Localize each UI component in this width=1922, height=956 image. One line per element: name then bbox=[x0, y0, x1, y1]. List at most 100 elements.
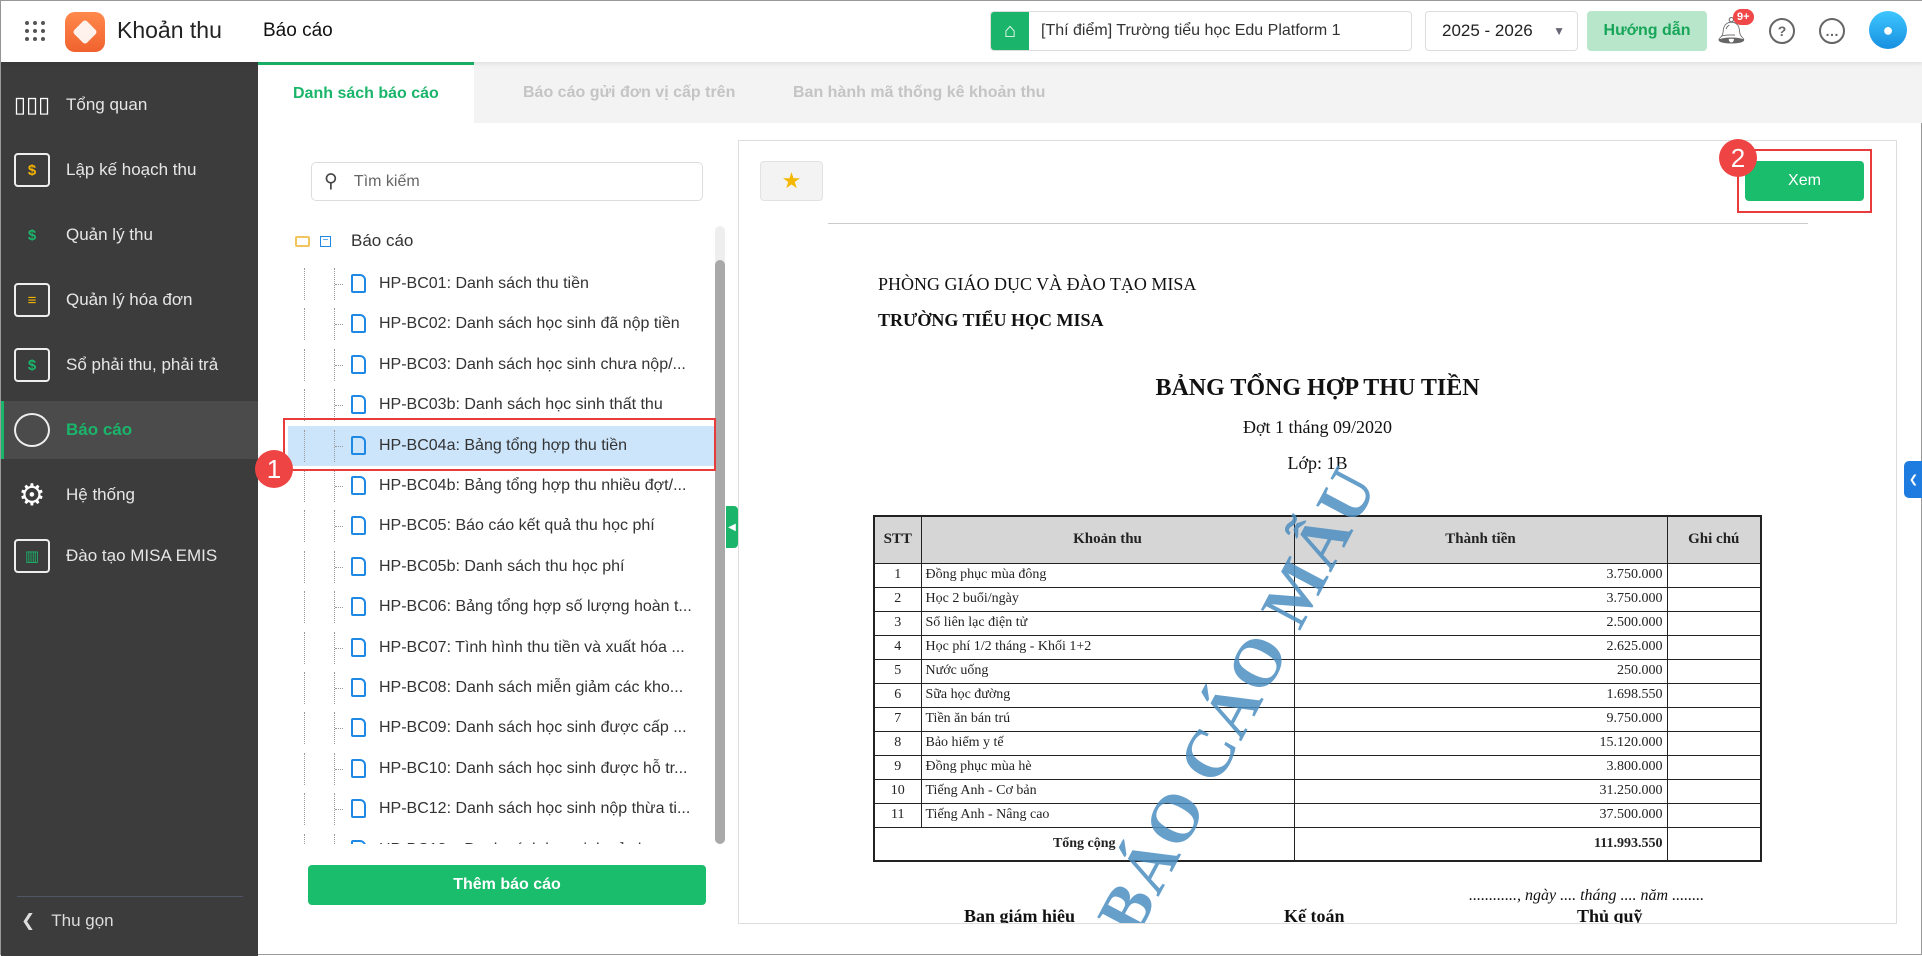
report-list-item[interactable]: HP-BC12: Danh sách học sinh nộp thừa ti.… bbox=[288, 789, 716, 829]
table-cell: 10 bbox=[873, 778, 922, 804]
collapse-sidebar-button[interactable]: ❮ Thu gọn bbox=[21, 911, 114, 931]
report-name: HP-BC13a: Danh sách học sinh sử dụng ... bbox=[379, 841, 686, 844]
report-period: Đợt 1 tháng 09/2020 bbox=[1242, 417, 1392, 437]
panel-toggle-handle[interactable]: ◀ bbox=[726, 506, 738, 548]
report-list-item[interactable]: HP-BC02: Danh sách học sinh đã nộp tiền bbox=[288, 304, 716, 344]
tab-bar: Danh sách báo cáo Báo cáo gửi đơn vị cấp… bbox=[258, 62, 1922, 123]
document-icon bbox=[351, 799, 366, 819]
page-title: Báo cáo bbox=[263, 20, 333, 41]
table-cell bbox=[1666, 586, 1762, 612]
report-name: HP-BC07: Tình hình thu tiền và xuất hóa … bbox=[379, 638, 685, 656]
avatar[interactable]: ● bbox=[1869, 11, 1907, 49]
app-grid-icon[interactable] bbox=[25, 21, 45, 41]
report-list-item[interactable]: HP-BC08: Danh sách miễn giảm các kho... bbox=[288, 668, 716, 708]
scrollbar-thumb[interactable] bbox=[715, 260, 725, 844]
search-input[interactable] bbox=[353, 172, 654, 191]
step-badge-1: 1 bbox=[255, 450, 293, 488]
report-list-item[interactable]: HP-BC05: Báo cáo kết quả thu học phí bbox=[288, 506, 716, 546]
sidebar-item-lap-ke-hoach-thu[interactable]: $ Lập kế hoạch thu bbox=[1, 141, 258, 199]
right-panel-toggle[interactable]: ❮ bbox=[1904, 461, 1922, 498]
report-title: BẢNG TỔNG HỢP THU TIỀN bbox=[1155, 375, 1480, 401]
sidebar-item-quan-ly-hoa-don[interactable]: ≡ Quản lý hóa đơn bbox=[1, 271, 258, 329]
sidebar-item-label: Đào tạo MISA EMIS bbox=[66, 546, 218, 565]
school-name: [Thí điểm] Trường tiểu học Edu Platform … bbox=[1041, 22, 1341, 39]
total-value: 111.993.550 bbox=[1293, 826, 1668, 862]
sidebar-item-tong-quan[interactable]: ▯▯▯ Tổng quan bbox=[1, 76, 258, 134]
report-list-item[interactable]: HP-BC09: Danh sách học sinh được cấp ... bbox=[288, 708, 716, 748]
document-icon bbox=[351, 516, 366, 536]
sidebar: ▯▯▯ Tổng quan $ Lập kế hoạch thu $ Quản lý … bbox=[1, 62, 258, 956]
table-row: 8 Bảo hiểm y tế 15.120.000 bbox=[873, 730, 1762, 756]
tab-bao-cao-gui-cap-tren[interactable]: Báo cáo gửi đơn vị cấp trên bbox=[488, 62, 770, 123]
collapse-label: Thu gọn bbox=[51, 911, 114, 930]
col-header: Ghi chú bbox=[1666, 515, 1762, 564]
search-box[interactable]: ⚲ bbox=[311, 162, 703, 201]
sidebar-item-label: Hệ thống bbox=[66, 485, 135, 504]
document-icon bbox=[351, 476, 366, 495]
signer-principal: Ban giám hiệu bbox=[964, 906, 1076, 924]
document-icon bbox=[351, 758, 366, 778]
document-icon bbox=[351, 637, 366, 657]
report-list-item[interactable]: HP-BC07: Tình hình thu tiền và xuất hóa … bbox=[288, 628, 716, 668]
table-cell bbox=[1666, 802, 1762, 828]
sidebar-item-so-phai-thu[interactable]: $ Sổ phải thu, phải trả bbox=[1, 336, 258, 394]
report-name: HP-BC05b: Danh sách thu học phí bbox=[379, 557, 625, 575]
table-cell: 6 bbox=[873, 682, 922, 708]
report-tree: HP-BC01: Danh sách thu tiền HP-BC02: Danh… bbox=[288, 264, 716, 844]
table-cell bbox=[1666, 682, 1762, 708]
sidebar-item-quan-ly-thu[interactable]: $ Quản lý thu bbox=[1, 206, 258, 264]
chevron-left-icon: ❮ bbox=[21, 911, 36, 930]
sidebar-item-bao-cao[interactable]: Báo cáo bbox=[1, 401, 258, 459]
table-cell: 31.250.000 bbox=[1293, 778, 1668, 804]
table-cell bbox=[1666, 658, 1762, 684]
chevron-down-icon: ▼ bbox=[1553, 24, 1565, 38]
report-list-item[interactable]: HP-BC03: Danh sách học sinh chưa nộp/... bbox=[288, 345, 716, 385]
home-icon: ⌂ bbox=[991, 12, 1029, 50]
more-icon[interactable]: … bbox=[1819, 18, 1845, 44]
tab-danh-sach-bao-cao[interactable]: Danh sách báo cáo bbox=[258, 62, 474, 123]
annotation-box-1 bbox=[283, 418, 716, 471]
report-list-item[interactable]: HP-BC06: Bảng tổng hợp số lượng hoàn t..… bbox=[288, 587, 716, 627]
guide-button[interactable]: Hướng dẫn bbox=[1587, 11, 1707, 51]
table-cell: Học 2 buổi/ngày bbox=[920, 586, 1295, 612]
report-name: HP-BC04b: Bảng tổng hợp thu nhiều đợt/..… bbox=[379, 477, 687, 494]
date-line: ............, ngày .... tháng .... năm .… bbox=[1469, 887, 1705, 904]
report-list-item[interactable]: HP-BC13a: Danh sách học sinh sử dụng ... bbox=[288, 830, 716, 844]
sidebar-item-he-thong[interactable]: ⚙ Hệ thống bbox=[1, 466, 258, 524]
top-header: Khoản thu Báo cáo ⌂ [Thí điểm] Trường ti… bbox=[1, 1, 1922, 62]
school-selector[interactable]: ⌂ [Thí điểm] Trường tiểu học Edu Platfor… bbox=[990, 11, 1412, 51]
report-list-item[interactable]: HP-BC10: Danh sách học sinh được hỗ tr..… bbox=[288, 749, 716, 789]
table-row: 11 Tiếng Anh - Nâng cao 37.500.000 bbox=[873, 802, 1762, 828]
year-select[interactable]: 2025 - 2026 ▼ bbox=[1425, 11, 1578, 51]
favorite-star-button[interactable]: ★ bbox=[760, 161, 823, 201]
table-cell: 1 bbox=[873, 562, 922, 588]
signer-treasurer: Thủ quỹ bbox=[1577, 906, 1643, 924]
table-row: 9 Đồng phục mùa hè 3.800.000 bbox=[873, 754, 1762, 780]
table-cell: 15.120.000 bbox=[1293, 730, 1668, 756]
org-name: PHÒNG GIÁO DỤC VÀ ĐÀO TẠO MISA bbox=[878, 274, 1197, 294]
report-name: HP-BC09: Danh sách học sinh được cấp ... bbox=[379, 719, 687, 737]
table-cell: 8 bbox=[873, 730, 922, 756]
tab-ban-hanh-ma[interactable]: Ban hành mã thống kê khoản thu bbox=[758, 62, 1080, 123]
report-name: HP-BC06: Bảng tổng hợp số lượng hoàn t..… bbox=[379, 598, 692, 616]
notification-badge: 9+ bbox=[1733, 9, 1754, 25]
school-name-doc: TRƯỜNG TIỂU HỌC MISA bbox=[878, 310, 1104, 330]
sidebar-item-label: Sổ phải thu, phải trả bbox=[66, 355, 219, 374]
report-list-item[interactable]: HP-BC05b: Danh sách thu học phí bbox=[288, 547, 716, 587]
ledger-book-icon: $ bbox=[14, 348, 50, 382]
table-cell: 3.750.000 bbox=[1293, 586, 1668, 612]
help-icon[interactable]: ? bbox=[1769, 18, 1795, 44]
sidebar-item-dao-tao[interactable]: ▥ Đào tạo MISA EMIS bbox=[1, 527, 258, 585]
hand-coin-icon: $ bbox=[27, 226, 37, 244]
col-header: STT bbox=[873, 515, 922, 564]
add-report-button[interactable]: Thêm báo cáo bbox=[308, 865, 706, 905]
collapse-node-icon[interactable]: − bbox=[320, 235, 331, 247]
table-cell bbox=[1666, 634, 1762, 660]
report-list-item[interactable]: HP-BC04b: Bảng tổng hợp thu nhiều đợt/..… bbox=[288, 466, 716, 506]
sidebar-item-label: Quản lý thu bbox=[66, 225, 153, 244]
sidebar-item-label: Tổng quan bbox=[66, 95, 148, 114]
table-cell bbox=[1666, 730, 1762, 756]
report-list-item[interactable]: HP-BC01: Danh sách thu tiền bbox=[288, 264, 716, 304]
tree-root[interactable]: − Báo cáo bbox=[295, 231, 413, 251]
table-row: 4 Học phí 1/2 tháng - Khối 1+2 2.625.000 bbox=[873, 634, 1762, 660]
